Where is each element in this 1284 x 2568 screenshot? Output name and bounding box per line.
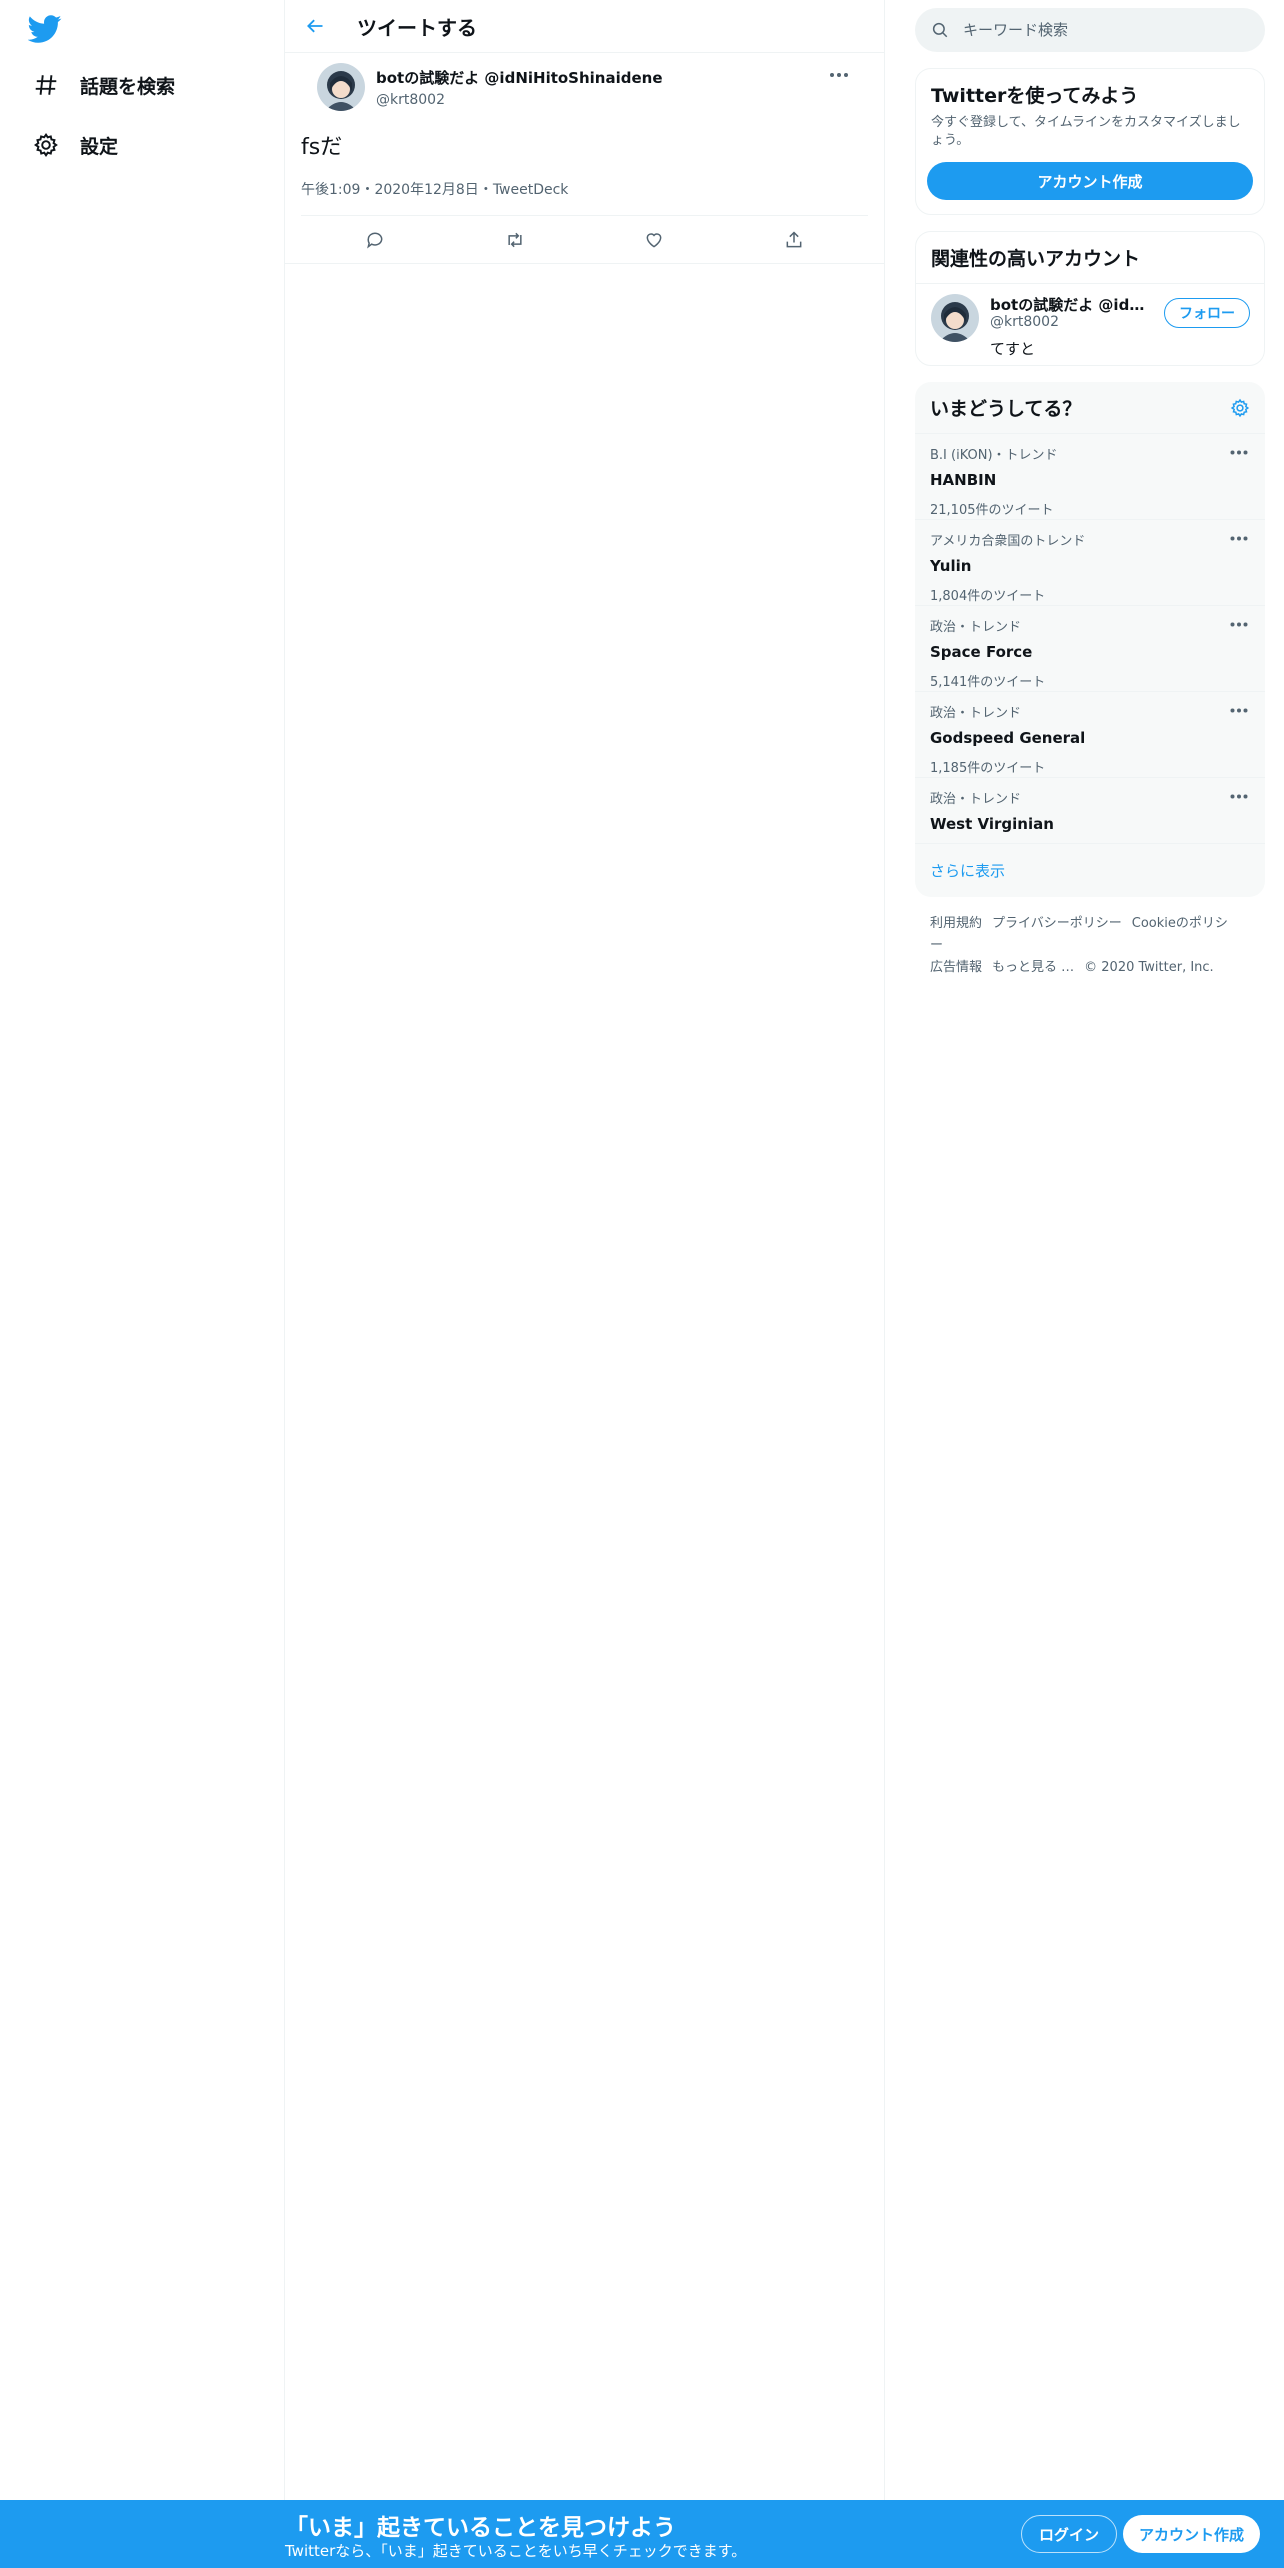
trend-context: 政治・トレンド bbox=[930, 792, 1022, 807]
trend-more-button[interactable] bbox=[1227, 788, 1251, 804]
trend-count: 1,804件のツイート bbox=[930, 589, 1046, 604]
signup-card-title: Twitterを使ってみよう bbox=[931, 85, 1139, 107]
right-sidebar: Twitterを使ってみよう 今すぐ登録して、タイムラインをカスタマイズしましょ… bbox=[915, 0, 1265, 995]
trend-item[interactable]: 政治・トレンド Space Force 5,141件のツイート bbox=[915, 606, 1265, 692]
footer-link-privacy[interactable]: プライバシーポリシー bbox=[992, 916, 1122, 931]
author-name: botの試験だよ @idNiHitoShinaidene bbox=[376, 69, 663, 87]
trend-context: アメリカ合衆国のトレンド bbox=[930, 534, 1086, 549]
more-horizontal-icon bbox=[1230, 536, 1248, 540]
avatar[interactable] bbox=[931, 294, 979, 342]
related-accounts-title: 関連性の高いアカウント bbox=[931, 248, 1141, 270]
twitter-logo-icon[interactable] bbox=[27, 12, 62, 46]
trend-more-button[interactable] bbox=[1227, 530, 1251, 546]
tweet-header: botの試験だよ @idNiHitoShinaidene @krt8002 bbox=[301, 53, 868, 113]
footer-link-more[interactable]: もっと見る … bbox=[992, 960, 1074, 975]
footer-link-ads[interactable]: 広告情報 bbox=[930, 960, 982, 975]
tweet: botの試験だよ @idNiHitoShinaidene @krt8002 fs… bbox=[285, 53, 884, 264]
more-horizontal-icon bbox=[830, 73, 848, 77]
arrow-left-icon bbox=[307, 19, 323, 33]
related-accounts-card: 関連性の高いアカウント botの試験だよ @idNiHitoShinaidene… bbox=[915, 231, 1265, 366]
more-horizontal-icon bbox=[1230, 450, 1248, 454]
gear-icon bbox=[32, 131, 60, 159]
nav-explore[interactable]: 話題を検索 bbox=[26, 60, 181, 110]
related-user-handle: @krt8002 bbox=[990, 314, 1059, 330]
trend-context: 政治・トレンド bbox=[930, 620, 1022, 635]
tweet-source[interactable]: TweetDeck bbox=[493, 182, 569, 198]
nav-settings[interactable]: 設定 bbox=[26, 120, 124, 170]
tweet-time[interactable]: 午後1:09 bbox=[301, 182, 360, 198]
retweet-icon bbox=[508, 232, 522, 247]
more-horizontal-icon bbox=[1230, 622, 1248, 626]
trend-more-button[interactable] bbox=[1227, 444, 1251, 460]
related-user[interactable]: botの試験だよ @idNiHitoShinaidene @krt8002 てす… bbox=[916, 283, 1264, 365]
footer: 利用規約 プライバシーポリシー Cookieのポリシー 広告情報 もっと見る … © 2… bbox=[915, 897, 1265, 995]
share-button[interactable] bbox=[774, 220, 814, 260]
trend-count: 21,105件のツイート bbox=[930, 503, 1054, 518]
trend-context: B.I (iKON)・トレンド bbox=[930, 448, 1058, 463]
login-button[interactable]: ログイン bbox=[1021, 2515, 1118, 2553]
tweet-meta: 午後1:09・2020年12月8日・TweetDeck bbox=[301, 179, 868, 216]
create-account-button[interactable]: アカウント作成 bbox=[927, 162, 1253, 200]
trends-card: いまどうしてる？ B.I (iKON)・トレンド HANBIN 21,105件の… bbox=[915, 382, 1265, 897]
search-icon bbox=[932, 22, 948, 38]
tweet-actions bbox=[285, 216, 884, 264]
trend-count: 1,185件のツイート bbox=[930, 761, 1046, 776]
trend-more-button[interactable] bbox=[1227, 702, 1251, 718]
signup-button[interactable]: アカウント作成 bbox=[1123, 2515, 1261, 2553]
author-handle: @krt8002 bbox=[376, 92, 445, 108]
more-horizontal-icon bbox=[1230, 794, 1248, 798]
back-button[interactable] bbox=[295, 6, 335, 46]
trend-topic: Yulin bbox=[930, 557, 972, 575]
main-column: ツイートする botの試験だよ @idNiHitoShinaidene @krt… bbox=[285, 0, 885, 2500]
nav-explore-label: 話題を検索 bbox=[80, 75, 176, 98]
trend-topic: Godspeed General bbox=[930, 729, 1086, 747]
retweet-button[interactable] bbox=[495, 220, 535, 260]
tweet-date[interactable]: 2020年12月8日 bbox=[374, 182, 478, 198]
related-user-name: botの試験だよ @idNiHitoShinaidene bbox=[990, 296, 1148, 314]
search-box[interactable] bbox=[915, 8, 1265, 52]
heart-icon bbox=[646, 232, 662, 248]
search-input[interactable] bbox=[963, 21, 1223, 39]
copyright: © 2020 Twitter, Inc. bbox=[1084, 960, 1214, 975]
reply-button[interactable] bbox=[355, 220, 395, 260]
trend-item[interactable]: アメリカ合衆国のトレンド Yulin 1,804件のツイート bbox=[915, 520, 1265, 606]
more-horizontal-icon bbox=[1230, 708, 1248, 712]
meta-separator: ・ bbox=[360, 182, 375, 198]
trend-count: 5,141件のツイート bbox=[930, 675, 1046, 690]
trend-item[interactable]: 政治・トレンド Godspeed General 1,185件のツイート bbox=[915, 692, 1265, 778]
banner-title: 「いま」起きていることを見つけよう bbox=[285, 2515, 676, 2541]
page-title: ツイートする bbox=[357, 15, 477, 40]
trend-topic: Space Force bbox=[930, 643, 1033, 661]
related-user-bio: てすと bbox=[990, 340, 1036, 358]
left-sidebar: 話題を検索 設定 bbox=[0, 0, 285, 2568]
follow-button[interactable]: フォロー bbox=[1164, 298, 1250, 328]
tweet-author[interactable]: botの試験だよ @idNiHitoShinaidene @krt8002 bbox=[376, 67, 663, 108]
gear-icon[interactable] bbox=[1230, 398, 1250, 418]
trend-context: 政治・トレンド bbox=[930, 706, 1022, 721]
signup-card: Twitterを使ってみよう 今すぐ登録して、タイムラインをカスタマイズしましょ… bbox=[915, 68, 1265, 215]
reply-icon bbox=[366, 232, 383, 249]
like-button[interactable] bbox=[634, 220, 674, 260]
page-header: ツイートする bbox=[285, 0, 884, 53]
hashtag-icon bbox=[32, 71, 60, 99]
trends-title: いまどうしてる？ bbox=[930, 398, 1082, 420]
share-icon bbox=[786, 230, 802, 247]
trend-item[interactable]: B.I (iKON)・トレンド HANBIN 21,105件のツイート bbox=[915, 434, 1265, 520]
more-options-button[interactable] bbox=[824, 65, 854, 85]
banner-subtitle: Twitterなら、「いま」起きていることをいち早くチェックできます。 bbox=[285, 2542, 747, 2560]
nav-settings-label: 設定 bbox=[80, 135, 119, 158]
trend-item[interactable]: 政治・トレンド West Virginian bbox=[915, 778, 1265, 844]
meta-separator: ・ bbox=[478, 182, 493, 198]
signup-card-description: 今すぐ登録して、タイムラインをカスタマイズしましょう。 bbox=[931, 115, 1241, 148]
signup-banner: 「いま」起きていることを見つけよう Twitterなら、「いま」起きていることを… bbox=[0, 2500, 1284, 2568]
tweet-text: fsだ bbox=[301, 135, 343, 160]
show-more-link[interactable]: さらに表示 bbox=[915, 844, 1265, 897]
footer-link-terms[interactable]: 利用規約 bbox=[930, 916, 982, 931]
trend-topic: HANBIN bbox=[930, 471, 997, 489]
trend-topic: West Virginian bbox=[930, 815, 1054, 833]
avatar[interactable] bbox=[317, 63, 365, 111]
trend-more-button[interactable] bbox=[1227, 616, 1251, 632]
trends-header: いまどうしてる？ bbox=[915, 382, 1265, 434]
